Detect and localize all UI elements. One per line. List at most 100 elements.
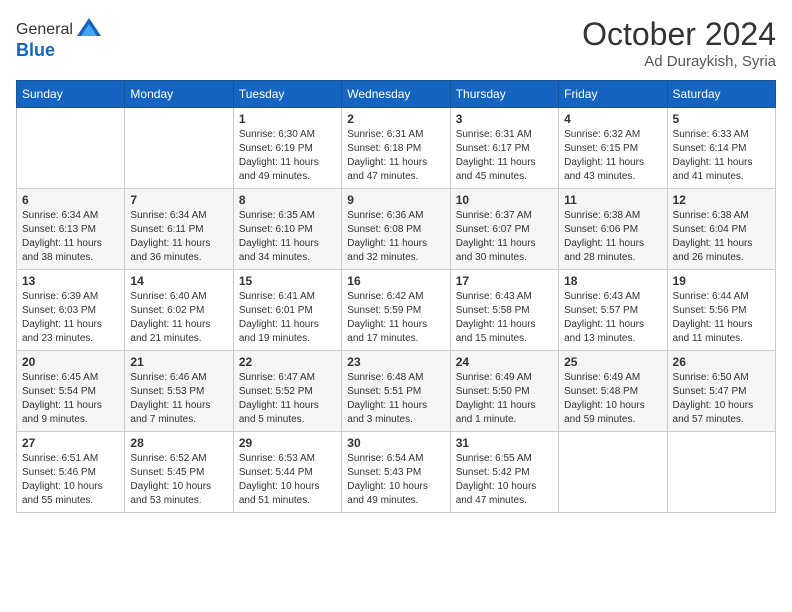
day-info: Sunrise: 6:50 AM Sunset: 5:47 PM Dayligh… (673, 371, 770, 427)
week-row-5: 27 Sunrise: 6:51 AM Sunset: 5:46 PM Dayli… (17, 432, 776, 513)
day-number: 28 (130, 436, 227, 450)
day-info: Sunrise: 6:49 AM Sunset: 5:50 PM Dayligh… (456, 371, 553, 427)
day-info: Sunrise: 6:33 AM Sunset: 6:14 PM Dayligh… (673, 128, 770, 184)
calendar-cell: 21 Sunrise: 6:46 AM Sunset: 5:53 PM Dayli… (125, 351, 233, 432)
day-info: Sunrise: 6:43 AM Sunset: 5:57 PM Dayligh… (564, 290, 661, 346)
header: General Blue October 2024 Ad Duraykish, … (16, 16, 776, 70)
day-info: Sunrise: 6:48 AM Sunset: 5:51 PM Dayligh… (347, 371, 444, 427)
title-block: October 2024 Ad Duraykish, Syria (582, 16, 776, 70)
day-number: 27 (22, 436, 119, 450)
day-info: Sunrise: 6:49 AM Sunset: 5:48 PM Dayligh… (564, 371, 661, 427)
day-info: Sunrise: 6:41 AM Sunset: 6:01 PM Dayligh… (239, 290, 336, 346)
day-number: 3 (456, 112, 553, 126)
weekday-saturday: Saturday (667, 81, 775, 108)
weekday-sunday: Sunday (17, 81, 125, 108)
day-info: Sunrise: 6:45 AM Sunset: 5:54 PM Dayligh… (22, 371, 119, 427)
calendar-cell: 4 Sunrise: 6:32 AM Sunset: 6:15 PM Daylig… (559, 108, 667, 189)
weekday-thursday: Thursday (450, 81, 558, 108)
day-number: 20 (22, 355, 119, 369)
weekday-tuesday: Tuesday (233, 81, 341, 108)
day-info: Sunrise: 6:51 AM Sunset: 5:46 PM Dayligh… (22, 452, 119, 508)
day-number: 19 (673, 274, 770, 288)
day-info: Sunrise: 6:47 AM Sunset: 5:52 PM Dayligh… (239, 371, 336, 427)
calendar-cell: 23 Sunrise: 6:48 AM Sunset: 5:51 PM Dayli… (342, 351, 450, 432)
weekday-header-row: SundayMondayTuesdayWednesdayThursdayFrid… (17, 81, 776, 108)
day-number: 18 (564, 274, 661, 288)
calendar-cell: 3 Sunrise: 6:31 AM Sunset: 6:17 PM Daylig… (450, 108, 558, 189)
week-row-2: 6 Sunrise: 6:34 AM Sunset: 6:13 PM Daylig… (17, 189, 776, 270)
day-info: Sunrise: 6:34 AM Sunset: 6:11 PM Dayligh… (130, 209, 227, 265)
week-row-4: 20 Sunrise: 6:45 AM Sunset: 5:54 PM Dayli… (17, 351, 776, 432)
day-info: Sunrise: 6:30 AM Sunset: 6:19 PM Dayligh… (239, 128, 336, 184)
day-info: Sunrise: 6:44 AM Sunset: 5:56 PM Dayligh… (673, 290, 770, 346)
calendar-cell: 18 Sunrise: 6:43 AM Sunset: 5:57 PM Dayli… (559, 270, 667, 351)
calendar-cell: 22 Sunrise: 6:47 AM Sunset: 5:52 PM Dayli… (233, 351, 341, 432)
calendar-cell: 16 Sunrise: 6:42 AM Sunset: 5:59 PM Dayli… (342, 270, 450, 351)
day-number: 22 (239, 355, 336, 369)
logo-icon (75, 16, 103, 44)
calendar-cell: 31 Sunrise: 6:55 AM Sunset: 5:42 PM Dayli… (450, 432, 558, 513)
day-number: 2 (347, 112, 444, 126)
day-number: 24 (456, 355, 553, 369)
day-info: Sunrise: 6:52 AM Sunset: 5:45 PM Dayligh… (130, 452, 227, 508)
calendar-cell (125, 108, 233, 189)
day-number: 17 (456, 274, 553, 288)
day-number: 21 (130, 355, 227, 369)
day-number: 12 (673, 193, 770, 207)
calendar-cell: 14Sunrise: 6:40 AM Sunset: 6:02 PM Dayli… (125, 270, 233, 351)
calendar-cell: 5 Sunrise: 6:33 AM Sunset: 6:14 PM Daylig… (667, 108, 775, 189)
calendar-cell: 30 Sunrise: 6:54 AM Sunset: 5:43 PM Dayli… (342, 432, 450, 513)
day-number: 9 (347, 193, 444, 207)
day-info: Sunrise: 6:43 AM Sunset: 5:58 PM Dayligh… (456, 290, 553, 346)
day-number: 30 (347, 436, 444, 450)
calendar-cell: 26 Sunrise: 6:50 AM Sunset: 5:47 PM Dayli… (667, 351, 775, 432)
calendar-cell: 29 Sunrise: 6:53 AM Sunset: 5:44 PM Dayli… (233, 432, 341, 513)
calendar-cell: 19 Sunrise: 6:44 AM Sunset: 5:56 PM Dayli… (667, 270, 775, 351)
day-number: 31 (456, 436, 553, 450)
day-number: 16 (347, 274, 444, 288)
day-info: Sunrise: 6:31 AM Sunset: 6:17 PM Dayligh… (456, 128, 553, 184)
day-number: 8 (239, 193, 336, 207)
week-row-3: 13Sunrise: 6:39 AM Sunset: 6:03 PM Dayli… (17, 270, 776, 351)
day-info: Sunrise: 6:53 AM Sunset: 5:44 PM Dayligh… (239, 452, 336, 508)
weekday-friday: Friday (559, 81, 667, 108)
calendar-cell: 10Sunrise: 6:37 AM Sunset: 6:07 PM Dayli… (450, 189, 558, 270)
day-number: 7 (130, 193, 227, 207)
weekday-monday: Monday (125, 81, 233, 108)
day-number: 29 (239, 436, 336, 450)
day-number: 13 (22, 274, 119, 288)
day-number: 11 (564, 193, 661, 207)
calendar-cell: 25 Sunrise: 6:49 AM Sunset: 5:48 PM Dayli… (559, 351, 667, 432)
day-number: 26 (673, 355, 770, 369)
day-info: Sunrise: 6:37 AM Sunset: 6:07 PM Dayligh… (456, 209, 553, 265)
day-info: Sunrise: 6:42 AM Sunset: 5:59 PM Dayligh… (347, 290, 444, 346)
calendar-cell: 13Sunrise: 6:39 AM Sunset: 6:03 PM Dayli… (17, 270, 125, 351)
calendar-cell: 28 Sunrise: 6:52 AM Sunset: 5:45 PM Dayli… (125, 432, 233, 513)
day-info: Sunrise: 6:46 AM Sunset: 5:53 PM Dayligh… (130, 371, 227, 427)
month-title: October 2024 (582, 16, 776, 53)
logo: General Blue (16, 16, 103, 61)
day-info: Sunrise: 6:34 AM Sunset: 6:13 PM Dayligh… (22, 209, 119, 265)
day-number: 15 (239, 274, 336, 288)
week-row-1: 1Sunrise: 6:30 AM Sunset: 6:19 PM Daylig… (17, 108, 776, 189)
day-info: Sunrise: 6:32 AM Sunset: 6:15 PM Dayligh… (564, 128, 661, 184)
day-info: Sunrise: 6:55 AM Sunset: 5:42 PM Dayligh… (456, 452, 553, 508)
calendar-cell: 27 Sunrise: 6:51 AM Sunset: 5:46 PM Dayli… (17, 432, 125, 513)
day-number: 23 (347, 355, 444, 369)
calendar-cell: 8Sunrise: 6:35 AM Sunset: 6:10 PM Daylig… (233, 189, 341, 270)
calendar-cell: 7 Sunrise: 6:34 AM Sunset: 6:11 PM Daylig… (125, 189, 233, 270)
day-number: 5 (673, 112, 770, 126)
day-info: Sunrise: 6:31 AM Sunset: 6:18 PM Dayligh… (347, 128, 444, 184)
day-number: 25 (564, 355, 661, 369)
location: Ad Duraykish, Syria (582, 53, 776, 70)
calendar-cell: 20 Sunrise: 6:45 AM Sunset: 5:54 PM Dayli… (17, 351, 125, 432)
weekday-wednesday: Wednesday (342, 81, 450, 108)
calendar-cell: 15 Sunrise: 6:41 AM Sunset: 6:01 PM Dayli… (233, 270, 341, 351)
calendar-cell: 11Sunrise: 6:38 AM Sunset: 6:06 PM Dayli… (559, 189, 667, 270)
day-info: Sunrise: 6:38 AM Sunset: 6:04 PM Dayligh… (673, 209, 770, 265)
day-number: 4 (564, 112, 661, 126)
day-number: 14 (130, 274, 227, 288)
day-info: Sunrise: 6:54 AM Sunset: 5:43 PM Dayligh… (347, 452, 444, 508)
day-number: 6 (22, 193, 119, 207)
calendar-cell (667, 432, 775, 513)
